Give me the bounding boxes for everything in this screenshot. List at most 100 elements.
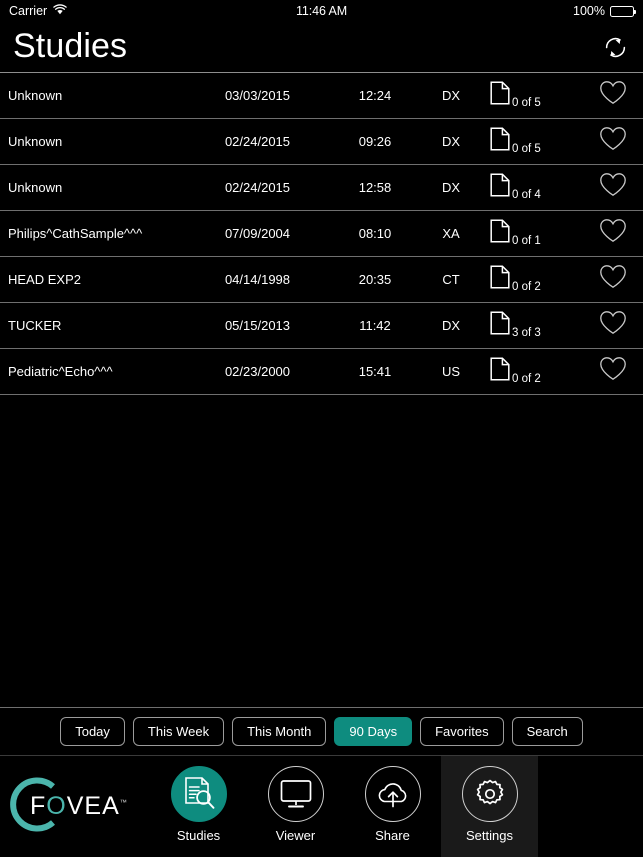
document-icon: [490, 173, 510, 202]
study-time: 11:42: [359, 318, 391, 333]
study-image-count: 0 of 4: [482, 173, 582, 202]
image-count-label: 0 of 5: [512, 96, 541, 109]
table-row[interactable]: HEAD EXP2 04/14/1998 20:35 CT 0 of 2: [0, 257, 643, 303]
study-time: 15:41: [358, 364, 392, 379]
study-time: 12:58: [358, 180, 392, 195]
image-count-label: 0 of 4: [512, 188, 541, 201]
study-date: 05/15/2013: [224, 318, 291, 333]
study-time: 12:24: [358, 88, 392, 103]
gear-icon: [461, 766, 518, 822]
favorite-toggle[interactable]: [582, 218, 643, 249]
heart-outline-icon[interactable]: [599, 356, 627, 387]
study-modality: DX: [441, 88, 461, 103]
study-image-count: 0 of 2: [482, 357, 582, 386]
tab-label: Settings: [466, 828, 513, 843]
study-modality: DX: [441, 318, 461, 333]
document-icon: [490, 127, 510, 156]
table-row[interactable]: TUCKER 05/15/2013 11:42 DX 3 of 3: [0, 303, 643, 349]
heart-outline-icon[interactable]: [599, 80, 627, 111]
study-image-count: 0 of 1: [482, 219, 582, 248]
study-name: Pediatric^Echo^^^: [8, 364, 113, 379]
filter-button-this-month[interactable]: This Month: [232, 717, 327, 746]
logo-letter-f: F: [30, 792, 47, 820]
table-row[interactable]: Unknown 02/24/2015 09:26 DX 0 of 5: [0, 119, 643, 165]
status-right: 100%: [573, 4, 636, 18]
study-modality: DX: [441, 180, 461, 195]
table-row[interactable]: Unknown 02/24/2015 12:58 DX 0 of 4: [0, 165, 643, 211]
tab-bar: FOVEA™ Studies Viewer Share Settings: [0, 756, 643, 857]
heart-outline-icon[interactable]: [599, 310, 627, 341]
heart-outline-icon[interactable]: [599, 126, 627, 157]
logo-letters-rest: VEA: [66, 792, 120, 820]
heart-outline-icon[interactable]: [599, 172, 627, 203]
study-time: 20:35: [358, 272, 392, 287]
logo-text: FOVEA™: [30, 792, 128, 821]
study-modality: DX: [441, 134, 461, 149]
status-bar: Carrier 11:46 AM 100%: [0, 0, 643, 22]
study-image-count: 0 of 5: [482, 81, 582, 110]
battery-percent-label: 100%: [573, 4, 605, 18]
study-name: TUCKER: [8, 318, 62, 333]
tab-label: Share: [375, 828, 410, 843]
heart-outline-icon[interactable]: [599, 218, 627, 249]
battery-icon: [610, 5, 636, 17]
study-image-count: 0 of 5: [482, 127, 582, 156]
document-icon: [490, 357, 510, 386]
study-date: 02/24/2015: [224, 134, 291, 149]
favorite-toggle[interactable]: [582, 126, 643, 157]
tab-studies[interactable]: Studies: [150, 756, 247, 857]
heart-outline-icon[interactable]: [599, 264, 627, 295]
favorite-toggle[interactable]: [582, 80, 643, 111]
page-header: Studies: [0, 22, 643, 73]
study-name: Unknown: [8, 180, 63, 195]
favorite-toggle[interactable]: [582, 264, 643, 295]
tab-label: Viewer: [275, 828, 316, 843]
logo-trademark: ™: [119, 799, 128, 807]
filter-button-favorites[interactable]: Favorites: [420, 717, 504, 746]
study-list: Unknown 03/03/2015 12:24 DX 0 of 5 Unknown 02/…: [0, 73, 643, 707]
filter-button-search[interactable]: Search: [511, 717, 583, 746]
table-row[interactable]: Pediatric^Echo^^^ 02/23/2000 15:41 US 0 of 2: [0, 349, 643, 395]
tab-items: Studies Viewer Share Settings: [150, 756, 538, 857]
page-title: Studies: [13, 27, 128, 65]
filter-button-90-days[interactable]: 90 Days: [334, 717, 413, 746]
tab-viewer[interactable]: Viewer: [247, 756, 344, 857]
filter-bar: Today This Week This Month 90 Days Favorites…: [0, 707, 643, 756]
document-icon: [490, 81, 510, 110]
study-date: 07/09/2004: [224, 226, 291, 241]
tab-settings[interactable]: Settings: [441, 756, 538, 857]
favorite-toggle[interactable]: [582, 356, 643, 387]
filter-button-today[interactable]: Today: [60, 717, 125, 746]
document-icon: [490, 311, 510, 340]
refresh-icon[interactable]: [600, 32, 630, 62]
table-row[interactable]: Philips^CathSample^^^ 07/09/2004 08:10 XA 0 …: [0, 211, 643, 257]
monitor-icon: [267, 766, 324, 822]
image-count-label: 3 of 3: [512, 326, 541, 339]
study-name: Philips^CathSample^^^: [8, 226, 143, 241]
status-time: 11:46 AM: [295, 4, 348, 18]
study-modality: US: [441, 364, 461, 379]
table-row[interactable]: Unknown 03/03/2015 12:24 DX 0 of 5: [0, 73, 643, 119]
study-name: Unknown: [8, 88, 63, 103]
logo-letter-o: O: [46, 792, 67, 820]
favorite-toggle[interactable]: [582, 310, 643, 341]
study-time: 08:10: [358, 226, 392, 241]
study-date: 04/14/1998: [224, 272, 291, 287]
document-icon: [490, 219, 510, 248]
app-root: Carrier 11:46 AM 100% Studies Unknown 03…: [0, 0, 643, 857]
study-modality: XA: [442, 226, 460, 241]
study-image-count: 3 of 3: [482, 311, 582, 340]
cloud-upload-icon: [364, 766, 421, 822]
tab-share[interactable]: Share: [344, 756, 441, 857]
document-search-icon: [170, 766, 227, 822]
document-icon: [490, 265, 510, 294]
study-image-count: 0 of 2: [482, 265, 582, 294]
filter-button-this-week[interactable]: This Week: [132, 717, 225, 746]
favorite-toggle[interactable]: [582, 172, 643, 203]
image-count-label: 0 of 1: [512, 234, 541, 247]
image-count-label: 0 of 2: [512, 280, 541, 293]
study-date: 02/24/2015: [224, 180, 291, 195]
study-date: 03/03/2015: [224, 88, 291, 103]
tab-label: Studies: [176, 828, 221, 843]
study-modality: CT: [442, 272, 460, 287]
